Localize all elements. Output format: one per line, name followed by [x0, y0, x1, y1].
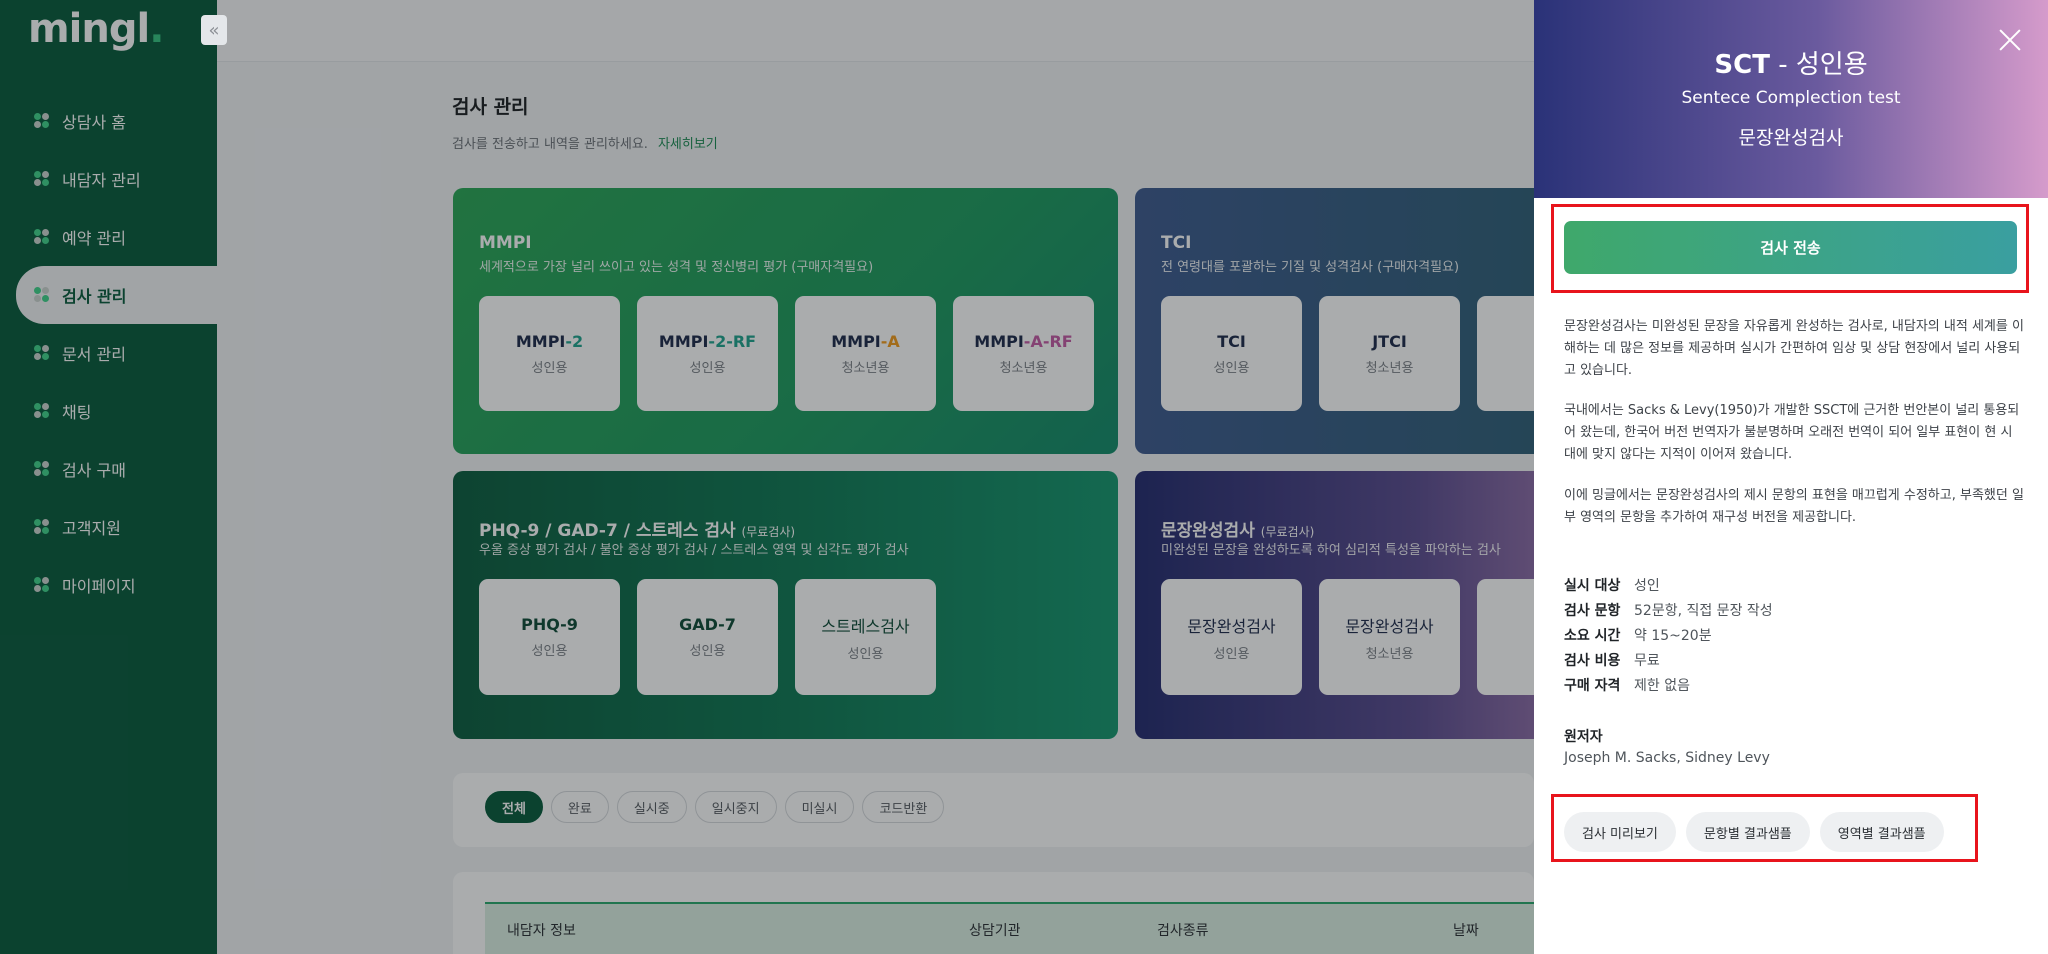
meta-key: 실시 대상 — [1564, 578, 1621, 594]
author-label: 원저자 — [1564, 729, 1603, 745]
drawer-title: SCT - 성인용 — [1714, 50, 1868, 80]
meta-value: 성인 — [1634, 578, 1660, 594]
meta-key: 구매 자격 — [1564, 678, 1621, 694]
meta-key: 소요 시간 — [1564, 628, 1621, 644]
meta-value: 제한 없음 — [1634, 678, 1690, 694]
modal-overlay[interactable] — [0, 0, 1534, 954]
test-detail-drawer: SCT - 성인용 Sentece Complection test 문장완성검… — [1534, 0, 2048, 954]
meta-key: 검사 문항 — [1564, 603, 1621, 619]
send-test-button[interactable]: 검사 전송 — [1564, 221, 2017, 274]
close-icon[interactable] — [1996, 26, 2024, 54]
domain-result-sample-button[interactable]: 영역별 결과샘플 — [1819, 812, 1944, 852]
description-paragraph: 국내에서는 Sacks & Levy(1950)가 개발한 SSCT에 근거한 … — [1564, 403, 2020, 462]
description-paragraph: 이에 밍글에서는 문장완성검사의 제시 문항의 표현을 매끄럽게 수정하고, 부… — [1564, 488, 2024, 525]
sidebar-collapse-button[interactable]: « — [201, 15, 227, 45]
test-meta: 실시 대상 성인 검사 문항 52문항, 직접 문장 작성 소요 시간 약 15~20… — [1564, 574, 1773, 699]
drawer-subtitle-en: Sentece Complection test — [1681, 88, 1901, 108]
drawer-header: SCT - 성인용 Sentece Complection test 문장완성검… — [1534, 0, 2048, 198]
drawer-subtitle-ko: 문장완성검사 — [1738, 127, 1844, 149]
author-value: Joseph M. Sacks, Sidney Levy — [1564, 750, 1770, 766]
item-result-sample-button[interactable]: 문항별 결과샘플 — [1685, 812, 1810, 852]
preview-test-button[interactable]: 검사 미리보기 — [1564, 812, 1676, 852]
meta-value: 약 15~20분 — [1634, 628, 1712, 644]
chevron-double-left-icon: « — [208, 19, 220, 41]
meta-value: 52문항, 직접 문장 작성 — [1634, 603, 1773, 619]
meta-value: 무료 — [1634, 653, 1660, 669]
meta-key: 검사 비용 — [1564, 653, 1621, 669]
description-paragraph: 문장완성검사는 미완성된 문장을 자유롭게 완성하는 검사로, 내담자의 내적 … — [1564, 319, 2024, 378]
